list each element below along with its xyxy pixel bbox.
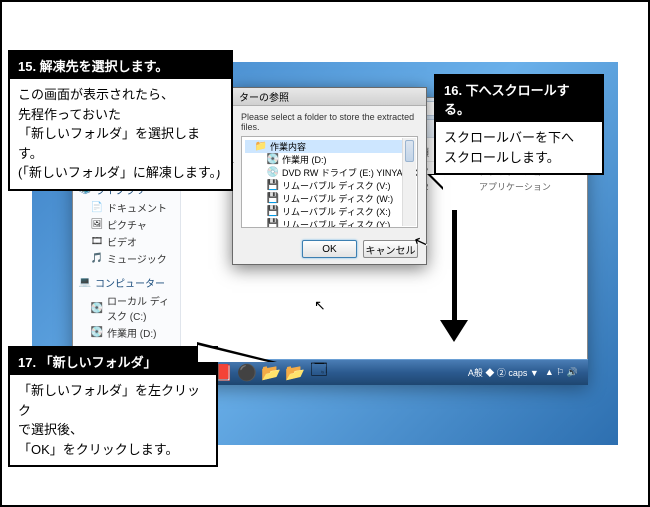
- folder-icon: 📁: [255, 141, 267, 153]
- taskbar-icon[interactable]: 📂: [260, 363, 282, 383]
- taskbar-icon[interactable]: ⚫: [236, 363, 258, 383]
- music-icon: 🎵: [91, 253, 103, 265]
- disk-icon: 💾: [267, 206, 279, 218]
- sidebar-item-music[interactable]: 🎵ミュージック: [73, 250, 180, 267]
- callout-body: 「新しいフォルダ」を左クリック で選択後、 「OK」をクリックします。: [10, 375, 216, 465]
- disk-icon: 💾: [267, 219, 279, 229]
- tree-item[interactable]: 💽作業用 (D:): [245, 153, 414, 166]
- ok-button[interactable]: OK: [302, 240, 357, 258]
- tree-item[interactable]: 💾リムーバブル ディスク (V:): [245, 179, 414, 192]
- disk-icon: 💾: [267, 193, 279, 205]
- tree-item[interactable]: 💾リムーバブル ディスク (W:): [245, 192, 414, 205]
- callout-16: 16. 下へスクロールする。 スクロールバーを下へ スクロールします。: [434, 74, 604, 175]
- sidebar-item-workdisk[interactable]: 💽作業用 (D:): [73, 324, 180, 341]
- disk-icon: 💽: [267, 154, 279, 166]
- system-tray[interactable]: A般 ◆ ② caps ▼ ▲ ⚐ 🔊: [462, 366, 584, 379]
- callout-body: スクロールバーを下へ スクロールします。: [436, 122, 602, 173]
- folder-tree[interactable]: 📁作業内容 💽作業用 (D:) 💿DVD RW ドライブ (E:) YINYAN…: [241, 136, 418, 228]
- dvd-icon: 💿: [267, 167, 279, 179]
- scroll-down-arrow: [452, 210, 468, 342]
- tree-scrollbar[interactable]: [402, 138, 416, 226]
- taskbar-icon[interactable]: 🗔: [308, 363, 330, 383]
- callout-body: この画面が表示されたら、 先程作っておいた 「新しいフォルダ」を選択します。 (…: [10, 79, 231, 189]
- dialog-message: Please select a folder to store the extr…: [241, 112, 418, 132]
- callout-title: 16. 下へスクロールする。: [436, 76, 602, 122]
- cancel-button[interactable]: キャンセル: [363, 240, 418, 258]
- scrollbar-thumb[interactable]: [405, 140, 414, 162]
- cursor-icon: ↖: [314, 297, 326, 314]
- video-icon: 🎞: [91, 236, 103, 248]
- callout-17: 17. 「新しいフォルダ」 「新しいフォルダ」を左クリック で選択後、 「OK」…: [8, 346, 218, 467]
- doc-icon: 📄: [91, 202, 103, 214]
- tray-ime[interactable]: A般 ◆ ② caps ▼: [468, 366, 539, 379]
- dialog-title: ターの参照: [233, 88, 426, 106]
- disk-icon: 💾: [267, 180, 279, 192]
- callout-title: 17. 「新しいフォルダ」: [10, 348, 216, 375]
- sidebar-item-pictures[interactable]: 🖼ピクチャ: [73, 216, 180, 233]
- sidebar-item-videos[interactable]: 🎞ビデオ: [73, 233, 180, 250]
- pic-icon: 🖼: [91, 219, 103, 231]
- tree-item[interactable]: 📁作業内容: [245, 140, 414, 153]
- tree-item[interactable]: 💾リムーバブル ディスク (Y:): [245, 218, 414, 228]
- callout-15: 15. 解凍先を選択します。 この画面が表示されたら、 先程作っておいた 「新し…: [8, 50, 233, 191]
- sidebar-group-computer[interactable]: 💻コンピューター: [73, 273, 180, 292]
- tree-item[interactable]: 💾リムーバブル ディスク (X:): [245, 205, 414, 218]
- sidebar-item-localdisk[interactable]: 💽ローカル ディスク (C:): [73, 292, 180, 324]
- computer-icon: 💻: [79, 277, 91, 289]
- browse-folder-dialog: ターの参照 Please select a folder to store th…: [232, 87, 427, 265]
- disk-icon: 💽: [91, 302, 103, 314]
- tree-item[interactable]: 💿DVD RW ドライブ (E:) YINYANEX: [245, 166, 414, 179]
- sidebar-item-documents[interactable]: 📄ドキュメント: [73, 199, 180, 216]
- disk-icon: 💽: [91, 327, 103, 339]
- taskbar-icon[interactable]: 📂: [284, 363, 306, 383]
- callout-title: 15. 解凍先を選択します。: [10, 52, 231, 79]
- tray-icons[interactable]: ▲ ⚐ 🔊: [545, 367, 578, 378]
